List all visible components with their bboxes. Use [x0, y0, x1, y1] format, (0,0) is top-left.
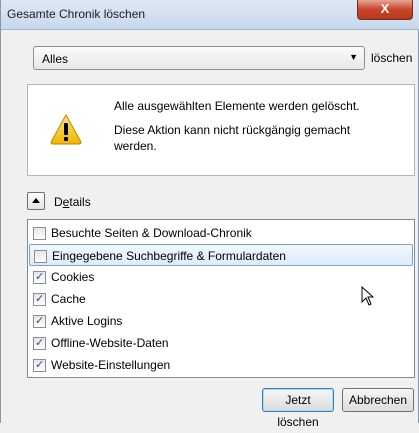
list-item[interactable]: ✓ Cookies	[29, 266, 413, 288]
list-item-label: Website-Einstellungen	[51, 358, 171, 372]
time-range-value: Alles	[42, 52, 69, 66]
clear-history-dialog: Gesamte Chronik löschen X Alles ▼ lösche…	[0, 0, 419, 429]
title-bar[interactable]: Gesamte Chronik löschen X	[1, 0, 419, 30]
mouse-cursor-icon	[361, 286, 375, 306]
history-items-list: Besuchte Seiten & Download-Chronik Einge…	[27, 219, 415, 378]
chevron-down-icon: ▼	[349, 52, 358, 62]
list-item-label: Cache	[51, 292, 86, 306]
checkbox[interactable]: ✓	[33, 359, 46, 372]
checkmark-icon: ✓	[35, 293, 45, 305]
list-item[interactable]: ✓ Offline-Website-Daten	[29, 332, 413, 354]
list-item[interactable]: ✓ Aktive Logins	[29, 310, 413, 332]
time-range-suffix: löschen	[371, 51, 413, 65]
details-toggle-button[interactable]	[27, 192, 45, 210]
warning-panel: Alle ausgewählten Elemente werden gelösc…	[27, 84, 415, 176]
list-item[interactable]: ✓ Cache	[29, 288, 413, 310]
checkmark-icon: ✓	[35, 359, 45, 371]
cancel-button[interactable]: Abbrechen	[342, 388, 414, 412]
details-label[interactable]: Details	[54, 195, 91, 209]
checkbox[interactable]: ✓	[33, 271, 46, 284]
warning-text-secondary: Diese Aktion kann nicht rückgängig gemac…	[114, 123, 351, 153]
list-item[interactable]: Besuchte Seiten & Download-Chronik	[29, 222, 413, 244]
list-item-label: Besuchte Seiten & Download-Chronik	[51, 226, 252, 240]
checkbox[interactable]: ✓	[33, 315, 46, 328]
warning-icon	[50, 113, 82, 145]
clear-now-button[interactable]: Jetzt löschen	[262, 388, 334, 429]
checkbox[interactable]	[33, 227, 46, 240]
list-item[interactable]: ✓ Website-Einstellungen	[29, 354, 413, 376]
close-button[interactable]: X	[357, 0, 413, 20]
list-item-label: Eingegebene Suchbegriffe & Formulardaten	[52, 249, 286, 263]
list-item[interactable]: Eingegebene Suchbegriffe & Formulardaten	[29, 244, 413, 266]
warning-text-primary: Alle ausgewählten Elemente werden gelösc…	[114, 99, 360, 113]
window-title: Gesamte Chronik löschen	[7, 7, 146, 21]
time-range-dropdown[interactable]: Alles ▼	[33, 46, 365, 70]
list-item-label: Aktive Logins	[51, 314, 123, 328]
checkmark-icon: ✓	[35, 337, 45, 349]
checkbox[interactable]: ✓	[33, 337, 46, 350]
checkmark-icon: ✓	[35, 315, 45, 327]
checkmark-icon: ✓	[35, 271, 45, 283]
checkbox[interactable]	[34, 250, 47, 263]
chevron-up-icon	[32, 198, 40, 203]
list-item-label: Offline-Website-Daten	[51, 336, 169, 350]
checkbox[interactable]: ✓	[33, 293, 46, 306]
list-item-label: Cookies	[51, 270, 95, 284]
